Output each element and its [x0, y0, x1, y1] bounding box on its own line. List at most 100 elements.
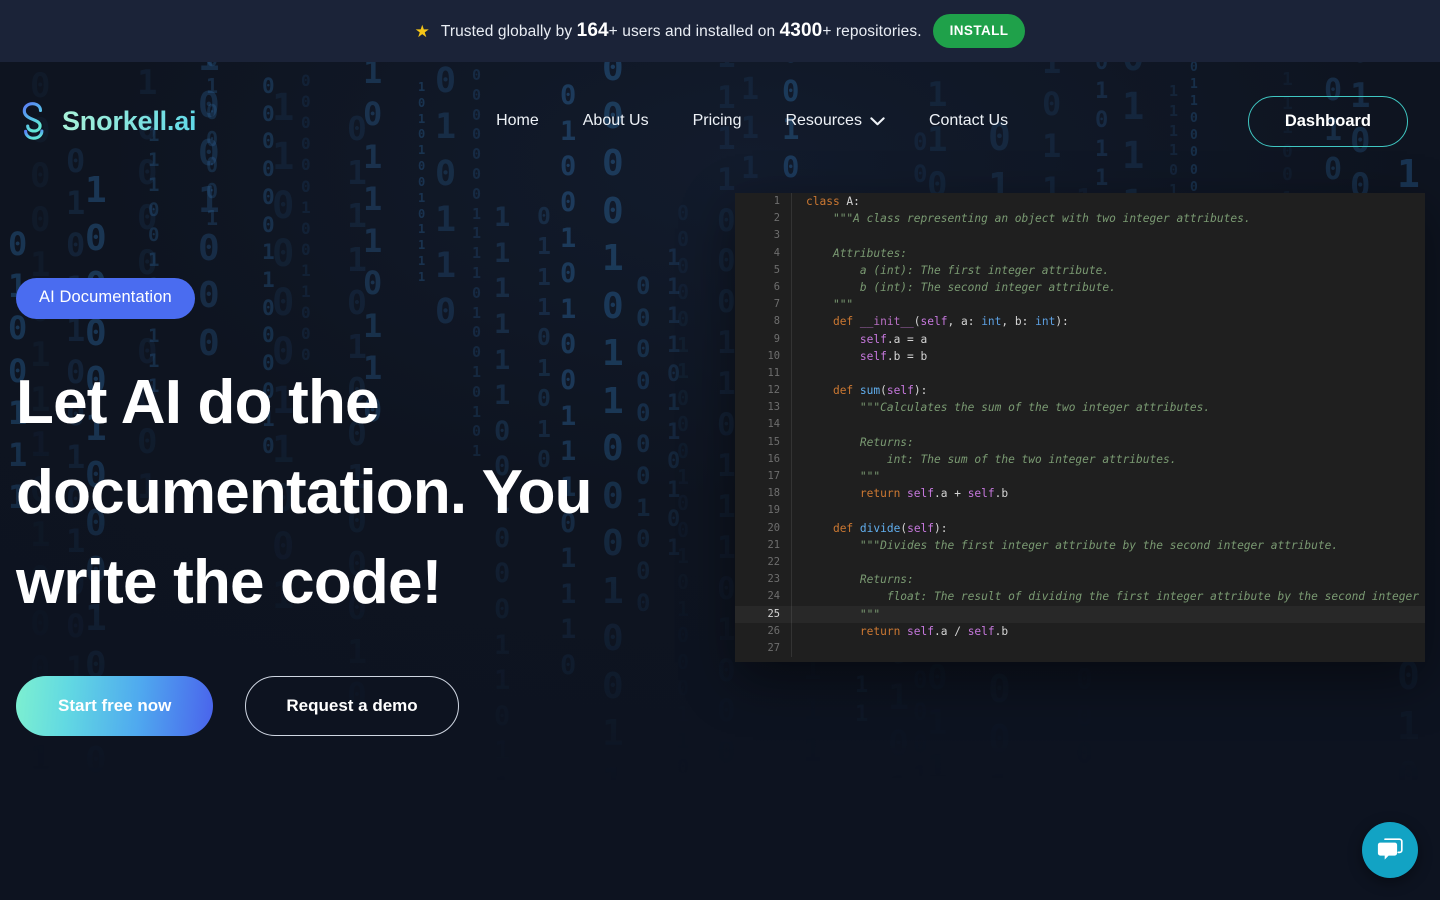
- code-line-content: [791, 364, 1425, 383]
- code-line-content: def divide(self):: [791, 519, 1425, 537]
- code-line-content: self.a = a: [791, 330, 1425, 348]
- logo[interactable]: Snorkell.ai: [16, 101, 197, 141]
- code-line-content: float: The result of dividing the first …: [791, 588, 1425, 606]
- install-button[interactable]: INSTALL: [932, 14, 1026, 48]
- code-line-number: 17: [735, 468, 791, 486]
- code-line-number: 2: [735, 210, 791, 228]
- code-line: 7 """: [735, 296, 1425, 314]
- nav-item-about-us[interactable]: About Us: [583, 112, 649, 130]
- code-line-number: 26: [735, 622, 791, 640]
- code-line-number: 11: [735, 364, 791, 383]
- code-line-number: 15: [735, 433, 791, 451]
- request-a-demo-button[interactable]: Request a demo: [245, 676, 459, 736]
- code-line-content: Attributes:: [791, 244, 1425, 262]
- code-line: 3: [735, 227, 1425, 245]
- code-line: 9 self.a = a: [735, 330, 1425, 348]
- code-line-number: 8: [735, 313, 791, 331]
- code-line-number: 24: [735, 588, 791, 606]
- code-line: 12 def sum(self):: [735, 382, 1425, 400]
- hero-title: Let AI do the documentation. You write t…: [16, 368, 593, 617]
- code-line-content: """: [791, 296, 1425, 314]
- start-free-now-button[interactable]: Start free now: [16, 676, 214, 736]
- chat-bubbles-icon: [1377, 838, 1403, 860]
- nav-item-pricing[interactable]: Pricing: [693, 112, 742, 130]
- code-line-content: [791, 416, 1425, 434]
- code-line-content: return self.a + self.b: [791, 485, 1425, 503]
- code-line-number: 7: [735, 296, 791, 314]
- nav-item-contact-us[interactable]: Contact Us: [929, 112, 1008, 130]
- nav-item-about-us-label: About Us: [582, 112, 649, 129]
- code-line: 15 Returns:: [735, 433, 1425, 451]
- code-line-content: self.b = b: [791, 347, 1425, 365]
- code-line: 17 """: [735, 468, 1425, 486]
- code-line-content: class A:: [791, 193, 1425, 211]
- nav-item-home-label: Home: [496, 112, 539, 129]
- code-line-content: [791, 639, 1425, 658]
- code-line: 18 return self.a + self.b: [735, 485, 1425, 503]
- code-line: 16 int: The sum of the two integer attri…: [735, 450, 1425, 468]
- code-line-content: Returns:: [791, 571, 1425, 589]
- announcement-users-count: 164: [576, 20, 609, 41]
- code-line-number: 19: [735, 502, 791, 520]
- code-line-number: 25: [735, 605, 791, 623]
- code-line-number: 3: [735, 227, 791, 245]
- nav-item-resources[interactable]: Resources: [785, 112, 885, 130]
- code-line: 23 Returns:: [735, 571, 1425, 589]
- code-line-content: def __init__(self, a: int, b: int):: [791, 313, 1425, 331]
- hero-cta-group: Start free now Request a demo: [16, 676, 636, 736]
- code-line-number: 4: [735, 244, 791, 262]
- code-line: 1 class A:: [735, 193, 1425, 211]
- chat-widget-button[interactable]: [1362, 822, 1418, 878]
- code-line: 22: [735, 553, 1425, 572]
- code-line-content: """A class representing an object with t…: [791, 210, 1425, 228]
- code-line-content: def sum(self):: [791, 382, 1425, 400]
- snorkell-s-logo-icon: [22, 102, 44, 140]
- code-line: 26 return self.a / self.b: [735, 622, 1425, 640]
- code-line: 14: [735, 416, 1425, 434]
- code-line-content: [791, 502, 1425, 520]
- code-line-content: """Divides the first integer attribute b…: [791, 536, 1425, 554]
- site-header: Snorkell.ai Home About Us Pricing Resour…: [0, 62, 1440, 180]
- code-line-content: b (int): The second integer attribute.: [791, 278, 1425, 297]
- code-line: 21 """Divides the first integer attribut…: [735, 536, 1425, 554]
- code-line-content: [791, 227, 1425, 245]
- nav-item-pricing-label: Pricing: [692, 112, 742, 129]
- code-line: 20 def divide(self):: [735, 519, 1425, 537]
- code-line: 11: [735, 364, 1425, 383]
- code-line-content: [791, 553, 1425, 572]
- code-editor[interactable]: 1 class A: 2 """A class representing an ob…: [735, 193, 1425, 662]
- code-line: 5 a (int): The first integer attribute.: [735, 261, 1425, 279]
- star-icon: ★: [414, 21, 430, 41]
- nav-item-home[interactable]: Home: [496, 112, 539, 130]
- code-line: 10 self.b = b: [735, 347, 1425, 365]
- code-line: 8 def __init__(self, a: int, b: int):: [735, 313, 1425, 331]
- code-line-number: 27: [735, 639, 791, 658]
- code-line-content: return self.a / self.b: [791, 622, 1425, 640]
- code-line: 13 """Calculates the sum of the two inte…: [735, 399, 1425, 417]
- code-line-content: Returns:: [791, 433, 1425, 451]
- announcement-repos-count: 4300: [779, 20, 823, 41]
- code-line-content: int: The sum of the two integer attribut…: [791, 450, 1425, 468]
- hero-content: AI Documentation Let AI do the documenta…: [16, 180, 636, 736]
- code-preview-panel: 1 class A: 2 """A class representing an ob…: [735, 193, 1425, 662]
- dashboard-button[interactable]: Dashboard: [1247, 95, 1408, 147]
- code-line: 2 """A class representing an object with…: [735, 210, 1425, 228]
- code-line-number: 23: [735, 571, 791, 589]
- code-line-number: 5: [735, 261, 791, 279]
- code-line: 25 """: [735, 605, 1425, 623]
- ai-documentation-badge[interactable]: AI Documentation: [16, 278, 195, 319]
- announcement-text: Trusted globally by 164+ users and insta…: [441, 20, 922, 42]
- code-line: 4 Attributes:: [735, 244, 1425, 262]
- announcement-text-before: Trusted globally by: [440, 23, 577, 40]
- announcement-text-middle: + users and installed on: [608, 23, 780, 40]
- page-root: ★ Trusted globally by 164+ users and ins…: [0, 0, 1440, 900]
- code-line-content: """: [791, 605, 1425, 623]
- code-line-number: 9: [735, 330, 791, 348]
- code-line: 24 float: The result of dividing the fir…: [735, 588, 1425, 606]
- main-nav: Home About Us Pricing Resources Contact …: [256, 112, 1247, 130]
- nav-item-contact-us-label: Contact Us: [928, 112, 1009, 129]
- chevron-down-icon: [870, 116, 885, 125]
- code-line: 27: [735, 639, 1425, 658]
- code-line-number: 22: [735, 553, 791, 572]
- code-line-content: a (int): The first integer attribute.: [791, 261, 1425, 279]
